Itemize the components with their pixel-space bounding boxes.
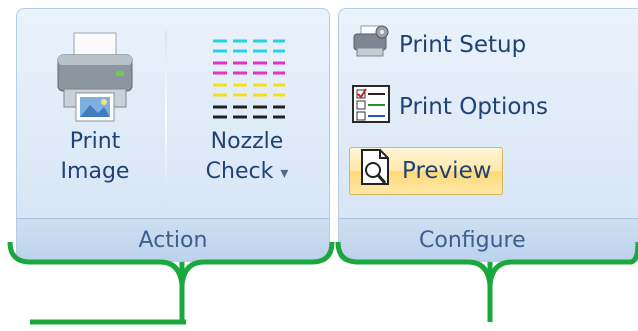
action-brace-icon bbox=[7, 241, 335, 286]
annotation-braces bbox=[7, 241, 638, 325]
